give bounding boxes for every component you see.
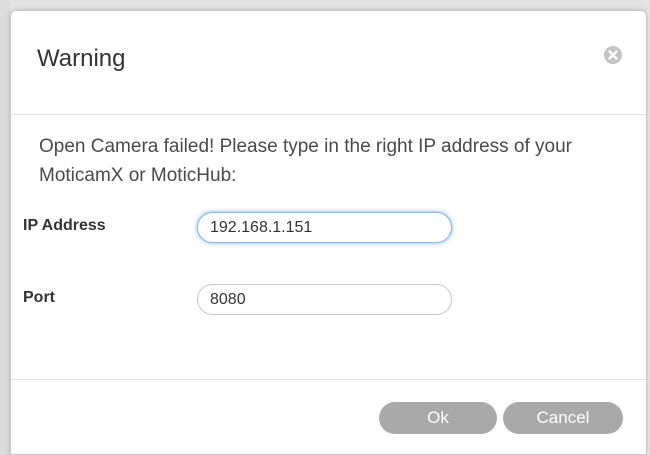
ip-address-label: IP Address [23, 217, 106, 234]
backdrop [0, 0, 650, 10]
warning-dialog: Warning Open Camera failed! Please type … [10, 10, 647, 455]
ok-button[interactable]: Ok [379, 402, 497, 434]
footer-divider [11, 379, 646, 380]
close-icon [608, 50, 618, 60]
ip-address-input[interactable] [197, 212, 452, 243]
close-button[interactable] [604, 46, 622, 64]
backdrop-edge [0, 0, 10, 455]
dialog-message: Open Camera failed! Please type in the r… [39, 136, 573, 186]
dialog-header: Warning [11, 11, 646, 115]
dialog-title: Warning [37, 45, 126, 72]
port-label: Port [23, 289, 55, 306]
cancel-button[interactable]: Cancel [503, 402, 623, 434]
port-input[interactable] [197, 284, 452, 315]
